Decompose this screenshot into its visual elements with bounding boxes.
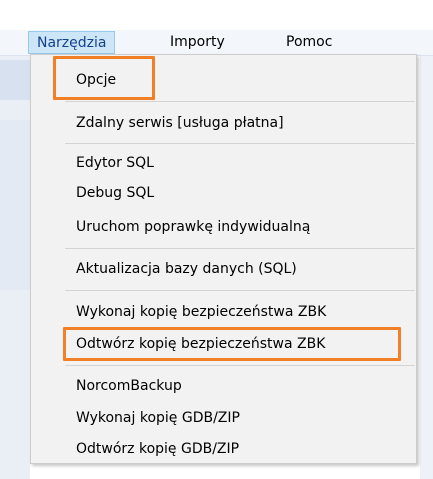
narzedzia-dropdown-menu: Opcje Zdalny serwis [usługa płatna] Edyt… xyxy=(30,54,417,464)
menu-separator xyxy=(65,248,415,249)
menu-pomoc[interactable]: Pomoc xyxy=(278,31,340,54)
menu-separator xyxy=(65,143,415,144)
menu-separator xyxy=(65,365,415,366)
menu-item-aktualizacja-bazy[interactable]: Aktualizacja bazy danych (SQL) xyxy=(76,259,297,279)
left-panel-band xyxy=(0,120,30,290)
menu-item-uruchom-poprawke[interactable]: Uruchom poprawkę indywidualną xyxy=(76,217,310,237)
menu-item-odtworz-kopie-gdb-zip[interactable]: Odtwórz kopię GDB/ZIP xyxy=(76,439,239,459)
left-panel xyxy=(0,55,30,479)
highlight-box-opcje xyxy=(53,56,155,100)
highlight-box-odtworz-zbk xyxy=(63,327,401,361)
menu-item-edytor-sql[interactable]: Edytor SQL xyxy=(76,153,154,173)
menu-item-wykonaj-kopie-gdb-zip[interactable]: Wykonaj kopię GDB/ZIP xyxy=(76,408,240,428)
menu-item-debug-sql[interactable]: Debug SQL xyxy=(76,183,154,203)
menu-separator xyxy=(65,290,415,291)
menu-item-norcombackup[interactable]: NorcomBackup xyxy=(76,376,182,396)
right-panel xyxy=(420,55,433,479)
left-panel-band xyxy=(0,60,30,100)
menu-separator xyxy=(65,101,415,102)
menu-item-wykonaj-kopie-zbk[interactable]: Wykonaj kopię bezpieczeństwa ZBK xyxy=(76,302,326,322)
menu-item-zdalny-serwis[interactable]: Zdalny serwis [usługa płatna] xyxy=(76,113,284,133)
menu-importy[interactable]: Importy xyxy=(162,31,233,54)
menu-bar: Narzędzia Importy Pomoc xyxy=(0,0,433,56)
menu-narzedzia[interactable]: Narzędzia xyxy=(28,31,116,54)
